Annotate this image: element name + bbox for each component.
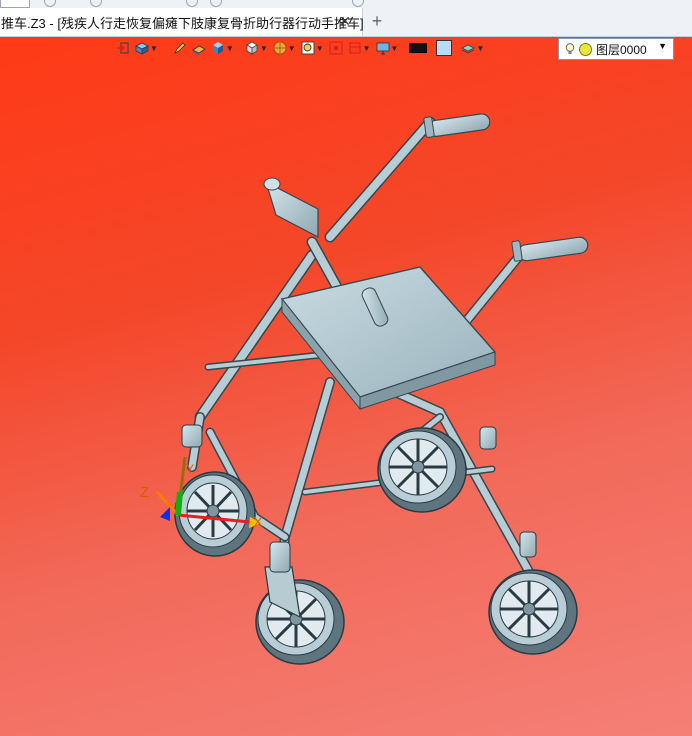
toolbar-icon-fragment xyxy=(210,0,222,7)
toolbar-icon-fragment xyxy=(352,0,364,7)
wheel-front-left xyxy=(174,471,256,557)
seat xyxy=(280,266,497,411)
toolbar-icon-fragment xyxy=(90,0,102,7)
wheel-rear-right xyxy=(488,569,578,655)
new-tab-button[interactable]: + xyxy=(370,12,384,30)
walker-3d-model[interactable]: Z X Y xyxy=(0,37,692,736)
toolbar-icon-fragment xyxy=(186,0,198,7)
toolbar-icon-fragment xyxy=(44,0,56,7)
document-tab-bar: 推车.Z3 - [残疾人行走恢复偏瘫下肢康复骨折助行器行动手推车] ✕ + xyxy=(0,8,692,37)
document-tab[interactable]: 推车.Z3 - [残疾人行走恢复偏瘫下肢康复骨折助行器行动手推车] ✕ xyxy=(0,8,364,36)
y-axis-label: Y xyxy=(186,462,194,476)
z-axis-label: Z xyxy=(140,484,149,501)
wheel-front-right xyxy=(377,427,467,513)
3d-viewport[interactable]: ▼ ▼ ▼ ▼ ▼ ▼ ▼ ▼ 图层0000 ▼ Z X Y xyxy=(0,37,692,736)
x-axis-label: X xyxy=(253,514,263,531)
document-tab-title: 推车.Z3 - [残疾人行走恢复偏瘫下肢康复骨折助行器行动手推车] xyxy=(1,15,364,31)
handle-right xyxy=(511,236,589,262)
close-icon[interactable]: ✕ xyxy=(338,14,352,28)
handle-left xyxy=(423,113,491,138)
command-input-fragment[interactable] xyxy=(0,0,30,8)
